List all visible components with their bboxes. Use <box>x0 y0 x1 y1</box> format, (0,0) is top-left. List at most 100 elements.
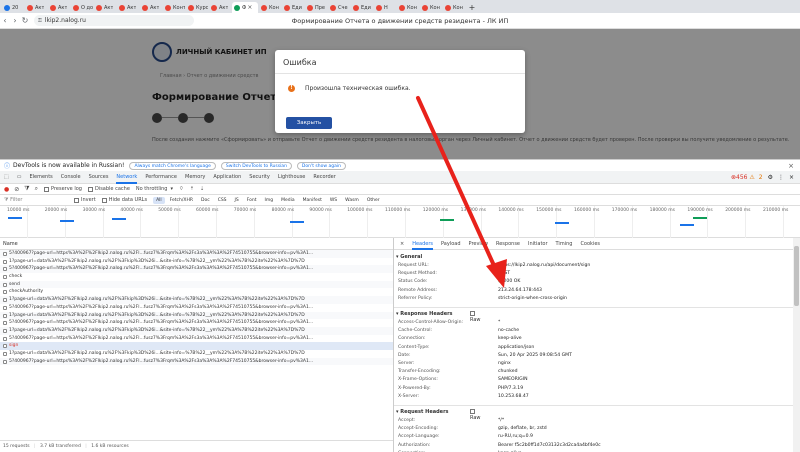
browser-tab[interactable]: Кон <box>443 2 465 13</box>
reload-icon[interactable]: ↻ <box>20 16 30 25</box>
tab-console[interactable]: Console <box>61 171 81 184</box>
browser-tab[interactable]: Акт <box>48 2 70 13</box>
close-tab-icon[interactable]: × <box>247 4 252 11</box>
filter-chip-ws[interactable]: WS <box>327 197 340 204</box>
invert-checkbox[interactable] <box>74 197 79 203</box>
browser-tab[interactable]: Курс <box>186 2 208 13</box>
disable-cache-checkbox[interactable] <box>87 186 93 192</box>
table-row[interactable]: 5?400967?page-url=https%3A%2F%2Flkip2.na… <box>0 304 393 312</box>
tab-elements[interactable]: Elements <box>29 171 52 184</box>
browser-tab[interactable]: Пре <box>305 2 327 13</box>
table-row[interactable]: 5?400967?page-url=https%3A%2F%2Flkip2.na… <box>0 357 393 366</box>
raw-checkbox[interactable] <box>470 311 475 316</box>
network-timeline[interactable]: 10000 ms 20000 ms 30000 ms 40000 ms 50000 ms… <box>0 206 800 238</box>
tab-initiator[interactable]: Initiator <box>528 238 548 250</box>
table-row[interactable]: 1?page-url=data%3A%2F%2Flkip2.nalog.ru%2… <box>0 350 393 358</box>
filter-input[interactable]: ⧩ Filter <box>4 197 74 203</box>
table-row[interactable]: 5?400967?page-url=https%3A%2F%2Flkip2.na… <box>0 265 393 274</box>
tab-memory[interactable]: Memory <box>185 171 205 184</box>
table-row[interactable]: 5?400967?page-url=https%3A%2F%2Flkip2.na… <box>0 250 393 258</box>
device-toolbar-icon[interactable]: ▭ <box>17 171 22 184</box>
preserve-log-checkbox[interactable] <box>44 186 50 192</box>
filter-chip-other[interactable]: Other <box>364 197 383 204</box>
clear-icon[interactable]: ⊘ <box>14 186 19 193</box>
browser-tab[interactable]: Кон <box>420 2 442 13</box>
tab-headers[interactable]: Headers <box>412 238 434 250</box>
kebab-menu-icon[interactable]: ⋮ <box>778 174 784 181</box>
browser-tab[interactable]: Н <box>374 2 396 13</box>
close-icon[interactable]: × <box>789 174 794 181</box>
browser-tab[interactable]: Акт <box>140 2 162 13</box>
filter-chip-all[interactable]: All <box>153 196 165 204</box>
switch-russian-button[interactable]: Switch DevTools to Russian <box>220 161 292 170</box>
section-response-headers[interactable]: ▾ Response Headers Raw <box>396 311 481 323</box>
table-row[interactable]: 1?page-url=data%3A%2F%2Flkip2.nalog.ru%2… <box>0 258 393 266</box>
forward-icon[interactable]: › <box>10 16 20 25</box>
table-row[interactable]: check <box>0 273 393 281</box>
tab-timing[interactable]: Timing <box>556 238 573 250</box>
section-request-headers[interactable]: ▾ Request Headers Raw <box>396 409 481 421</box>
table-row[interactable]: 1?page-url=data%3A%2F%2Flkip2.nalog.ru%2… <box>0 311 393 320</box>
table-row[interactable]: checkAuthority <box>0 288 393 296</box>
filter-chip-img[interactable]: Img <box>262 197 277 204</box>
search-icon[interactable]: ⌕ <box>35 185 38 193</box>
tab-recorder[interactable]: Recorder <box>313 171 335 184</box>
scrollbar-thumb[interactable] <box>794 246 799 306</box>
tab-application[interactable]: Application <box>213 171 241 184</box>
tab-network[interactable]: Network <box>116 171 138 184</box>
issue-counters[interactable]: ⊗456 ⚠ 2 ⚙ ⋮ × <box>731 174 794 181</box>
section-general[interactable]: ▾ General <box>396 254 422 260</box>
record-icon[interactable]: ● <box>4 186 9 193</box>
table-row[interactable]: 5?400967?page-url=https%3A%2F%2Flkip2.na… <box>0 319 393 327</box>
browser-tab[interactable]: Кон <box>259 2 281 13</box>
back-icon[interactable]: ‹ <box>0 16 10 25</box>
tab-performance[interactable]: Performance <box>145 171 177 184</box>
table-row[interactable]: 1?page-url=data%3A%2F%2Flkip2.nalog.ru%2… <box>0 296 393 304</box>
tab-cookies[interactable]: Cookies <box>580 238 600 250</box>
browser-tab[interactable]: Кон <box>397 2 419 13</box>
upload-icon[interactable]: ⇡ <box>190 186 194 192</box>
filter-chip-wasm[interactable]: Wasm <box>342 197 362 204</box>
filter-chip-fetchxhr[interactable]: Fetch/XHR <box>167 197 196 204</box>
browser-tab[interactable]: Акт <box>117 2 139 13</box>
raw-checkbox[interactable] <box>470 409 475 414</box>
dont-show-button[interactable]: Don't show again <box>296 161 346 170</box>
tab-payload[interactable]: Payload <box>441 238 461 250</box>
table-row[interactable]: sign <box>0 342 393 350</box>
throttling-select[interactable]: No throttling <box>136 186 168 192</box>
filter-chip-doc[interactable]: Doc <box>198 197 213 204</box>
browser-tab[interactable]: Еди <box>351 2 373 13</box>
browser-tab[interactable]: 20 <box>2 2 24 13</box>
download-icon[interactable]: ⇣ <box>200 186 204 192</box>
browser-tab[interactable]: Акт <box>94 2 116 13</box>
close-icon[interactable]: × <box>400 238 404 250</box>
browser-tab[interactable]: Акт <box>25 2 47 13</box>
address-bar[interactable]: ⚿ lkip2.nalog.ru <box>34 15 194 26</box>
browser-tab[interactable]: Конт <box>163 2 185 13</box>
table-row[interactable]: 1?page-url=data%3A%2F%2Flkip2.nalog.ru%2… <box>0 326 393 335</box>
close-button[interactable]: Закрыть <box>286 117 332 129</box>
filter-chip-manifest[interactable]: Manifest <box>300 197 325 204</box>
tab-sources[interactable]: Sources <box>89 171 109 184</box>
browser-tab[interactable]: Еди <box>282 2 304 13</box>
table-row[interactable]: 5?400967?page-url=https%3A%2F%2Flkip2.na… <box>0 335 393 343</box>
browser-tab[interactable]: О до <box>71 2 93 13</box>
tab-security[interactable]: Security <box>249 171 270 184</box>
browser-tab[interactable]: Акт <box>209 2 231 13</box>
filter-chip-font[interactable]: Font <box>244 197 260 204</box>
filter-chip-js[interactable]: JS <box>232 197 242 204</box>
hide-data-urls-checkbox[interactable] <box>101 197 107 203</box>
filter-chip-media[interactable]: Media <box>278 197 298 204</box>
filter-chip-css[interactable]: CSS <box>215 197 230 204</box>
close-icon[interactable]: × <box>788 162 794 170</box>
table-row[interactable]: send <box>0 280 393 289</box>
browser-tab[interactable]: Сче <box>328 2 350 13</box>
wifi-icon[interactable]: ⌔ <box>179 186 184 192</box>
match-language-button[interactable]: Always match Chrome's language <box>129 161 216 170</box>
browser-tab[interactable]: Ф × <box>232 2 258 13</box>
tab-lighthouse[interactable]: Lighthouse <box>278 171 306 184</box>
new-tab-icon[interactable]: + <box>466 2 476 13</box>
inspect-element-icon[interactable]: ⬚ <box>4 171 9 184</box>
gear-icon[interactable]: ⚙ <box>768 174 773 181</box>
request-list-header[interactable]: Name <box>0 238 393 250</box>
